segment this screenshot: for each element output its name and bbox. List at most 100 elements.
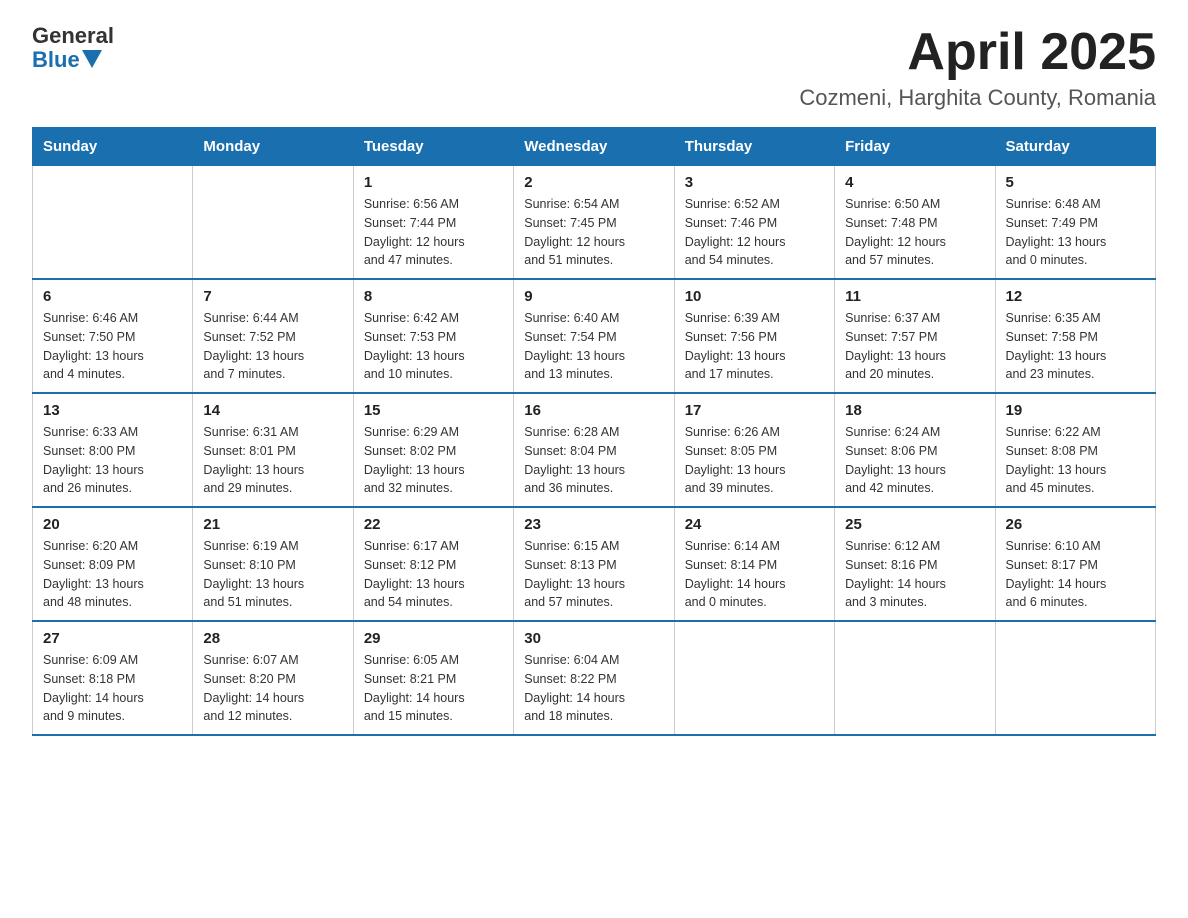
day-info: Sunrise: 6:20 AM Sunset: 8:09 PM Dayligh… [43, 537, 182, 612]
day-number: 1 [364, 174, 503, 191]
day-number: 5 [1006, 174, 1145, 191]
day-info: Sunrise: 6:24 AM Sunset: 8:06 PM Dayligh… [845, 423, 984, 498]
header-row: SundayMondayTuesdayWednesdayThursdayFrid… [33, 128, 1156, 166]
calendar-cell: 17Sunrise: 6:26 AM Sunset: 8:05 PM Dayli… [674, 393, 834, 507]
day-number: 23 [524, 516, 663, 533]
calendar-cell: 10Sunrise: 6:39 AM Sunset: 7:56 PM Dayli… [674, 279, 834, 393]
calendar-cell: 5 Sunrise: 6:48 AM Sunset: 7:49 PM Daylig… [995, 166, 1155, 280]
day-info: Sunrise: 6:35 AM Sunset: 7:58 PM Dayligh… [1006, 309, 1145, 384]
calendar-cell: 27 Sunrise: 6:09 AM Sunset: 8:18 PM Dayli… [33, 621, 193, 735]
day-of-week-header: Tuesday [353, 128, 513, 166]
day-number: 19 [1006, 402, 1145, 419]
calendar-cell [835, 621, 995, 735]
day-of-week-header: Wednesday [514, 128, 674, 166]
day-info: Sunrise: 6:14 AM Sunset: 8:14 PM Dayligh… [685, 537, 824, 612]
day-number: 30 [524, 630, 663, 647]
page-header: General Blue April 2025 Cozmeni, Harghit… [32, 24, 1156, 111]
calendar-cell [674, 621, 834, 735]
day-info: Sunrise: 6:09 AM Sunset: 8:18 PM Dayligh… [43, 651, 182, 726]
day-number: 25 [845, 516, 984, 533]
title-block: April 2025 Cozmeni, Harghita County, Rom… [799, 24, 1156, 111]
day-number: 24 [685, 516, 824, 533]
day-of-week-header: Thursday [674, 128, 834, 166]
day-number: 27 [43, 630, 182, 647]
day-info: Sunrise: 6:56 AM Sunset: 7:44 PM Dayligh… [364, 195, 503, 270]
calendar-cell: 20 Sunrise: 6:20 AM Sunset: 8:09 PM Dayli… [33, 507, 193, 621]
day-info: Sunrise: 6:37 AM Sunset: 7:57 PM Dayligh… [845, 309, 984, 384]
day-of-week-header: Saturday [995, 128, 1155, 166]
day-number: 28 [203, 630, 342, 647]
day-info: Sunrise: 6:42 AM Sunset: 7:53 PM Dayligh… [364, 309, 503, 384]
day-info: Sunrise: 6:12 AM Sunset: 8:16 PM Dayligh… [845, 537, 984, 612]
logo-blue-text: Blue [32, 48, 80, 72]
calendar-cell: 22Sunrise: 6:17 AM Sunset: 8:12 PM Dayli… [353, 507, 513, 621]
calendar-cell: 30 Sunrise: 6:04 AM Sunset: 8:22 PM Dayli… [514, 621, 674, 735]
calendar-week-row: 1 Sunrise: 6:56 AM Sunset: 7:44 PM Daylig… [33, 166, 1156, 280]
page-subtitle: Cozmeni, Harghita County, Romania [799, 85, 1156, 111]
calendar-cell: 21 Sunrise: 6:19 AM Sunset: 8:10 PM Dayli… [193, 507, 353, 621]
calendar-cell: 11 Sunrise: 6:37 AM Sunset: 7:57 PM Dayli… [835, 279, 995, 393]
day-number: 18 [845, 402, 984, 419]
day-info: Sunrise: 6:26 AM Sunset: 8:05 PM Dayligh… [685, 423, 824, 498]
day-number: 20 [43, 516, 182, 533]
day-info: Sunrise: 6:40 AM Sunset: 7:54 PM Dayligh… [524, 309, 663, 384]
day-number: 7 [203, 288, 342, 305]
day-number: 6 [43, 288, 182, 305]
calendar-cell: 28Sunrise: 6:07 AM Sunset: 8:20 PM Dayli… [193, 621, 353, 735]
day-info: Sunrise: 6:04 AM Sunset: 8:22 PM Dayligh… [524, 651, 663, 726]
day-info: Sunrise: 6:48 AM Sunset: 7:49 PM Dayligh… [1006, 195, 1145, 270]
day-info: Sunrise: 6:10 AM Sunset: 8:17 PM Dayligh… [1006, 537, 1145, 612]
day-info: Sunrise: 6:54 AM Sunset: 7:45 PM Dayligh… [524, 195, 663, 270]
day-of-week-header: Friday [835, 128, 995, 166]
calendar-cell: 8 Sunrise: 6:42 AM Sunset: 7:53 PM Daylig… [353, 279, 513, 393]
day-info: Sunrise: 6:28 AM Sunset: 8:04 PM Dayligh… [524, 423, 663, 498]
calendar-cell: 19Sunrise: 6:22 AM Sunset: 8:08 PM Dayli… [995, 393, 1155, 507]
calendar-week-row: 6 Sunrise: 6:46 AM Sunset: 7:50 PM Daylig… [33, 279, 1156, 393]
day-number: 12 [1006, 288, 1145, 305]
day-number: 14 [203, 402, 342, 419]
day-info: Sunrise: 6:46 AM Sunset: 7:50 PM Dayligh… [43, 309, 182, 384]
day-info: Sunrise: 6:39 AM Sunset: 7:56 PM Dayligh… [685, 309, 824, 384]
calendar-cell: 23 Sunrise: 6:15 AM Sunset: 8:13 PM Dayli… [514, 507, 674, 621]
day-info: Sunrise: 6:05 AM Sunset: 8:21 PM Dayligh… [364, 651, 503, 726]
calendar-cell: 7 Sunrise: 6:44 AM Sunset: 7:52 PM Daylig… [193, 279, 353, 393]
calendar-cell: 6 Sunrise: 6:46 AM Sunset: 7:50 PM Daylig… [33, 279, 193, 393]
day-number: 16 [524, 402, 663, 419]
calendar-cell: 14Sunrise: 6:31 AM Sunset: 8:01 PM Dayli… [193, 393, 353, 507]
day-number: 13 [43, 402, 182, 419]
day-number: 26 [1006, 516, 1145, 533]
day-number: 2 [524, 174, 663, 191]
day-info: Sunrise: 6:44 AM Sunset: 7:52 PM Dayligh… [203, 309, 342, 384]
logo: General Blue [32, 24, 114, 72]
calendar-header: SundayMondayTuesdayWednesdayThursdayFrid… [33, 128, 1156, 166]
calendar-cell: 4 Sunrise: 6:50 AM Sunset: 7:48 PM Daylig… [835, 166, 995, 280]
day-number: 4 [845, 174, 984, 191]
day-number: 22 [364, 516, 503, 533]
calendar-cell: 9 Sunrise: 6:40 AM Sunset: 7:54 PM Daylig… [514, 279, 674, 393]
day-of-week-header: Monday [193, 128, 353, 166]
page-title: April 2025 [799, 24, 1156, 81]
day-number: 8 [364, 288, 503, 305]
calendar-cell [193, 166, 353, 280]
day-info: Sunrise: 6:15 AM Sunset: 8:13 PM Dayligh… [524, 537, 663, 612]
calendar-cell: 3Sunrise: 6:52 AM Sunset: 7:46 PM Daylig… [674, 166, 834, 280]
day-info: Sunrise: 6:29 AM Sunset: 8:02 PM Dayligh… [364, 423, 503, 498]
day-number: 21 [203, 516, 342, 533]
calendar-cell: 2 Sunrise: 6:54 AM Sunset: 7:45 PM Daylig… [514, 166, 674, 280]
calendar-cell: 13 Sunrise: 6:33 AM Sunset: 8:00 PM Dayli… [33, 393, 193, 507]
calendar-cell [995, 621, 1155, 735]
calendar-cell: 15 Sunrise: 6:29 AM Sunset: 8:02 PM Dayli… [353, 393, 513, 507]
day-info: Sunrise: 6:33 AM Sunset: 8:00 PM Dayligh… [43, 423, 182, 498]
calendar-cell: 18 Sunrise: 6:24 AM Sunset: 8:06 PM Dayli… [835, 393, 995, 507]
calendar-cell: 24 Sunrise: 6:14 AM Sunset: 8:14 PM Dayli… [674, 507, 834, 621]
logo-general-text: General [32, 24, 114, 48]
day-info: Sunrise: 6:50 AM Sunset: 7:48 PM Dayligh… [845, 195, 984, 270]
calendar-body: 1 Sunrise: 6:56 AM Sunset: 7:44 PM Daylig… [33, 166, 1156, 736]
day-info: Sunrise: 6:19 AM Sunset: 8:10 PM Dayligh… [203, 537, 342, 612]
day-number: 15 [364, 402, 503, 419]
day-number: 11 [845, 288, 984, 305]
calendar-cell: 26 Sunrise: 6:10 AM Sunset: 8:17 PM Dayli… [995, 507, 1155, 621]
day-number: 9 [524, 288, 663, 305]
calendar-cell: 29Sunrise: 6:05 AM Sunset: 8:21 PM Dayli… [353, 621, 513, 735]
day-info: Sunrise: 6:52 AM Sunset: 7:46 PM Dayligh… [685, 195, 824, 270]
